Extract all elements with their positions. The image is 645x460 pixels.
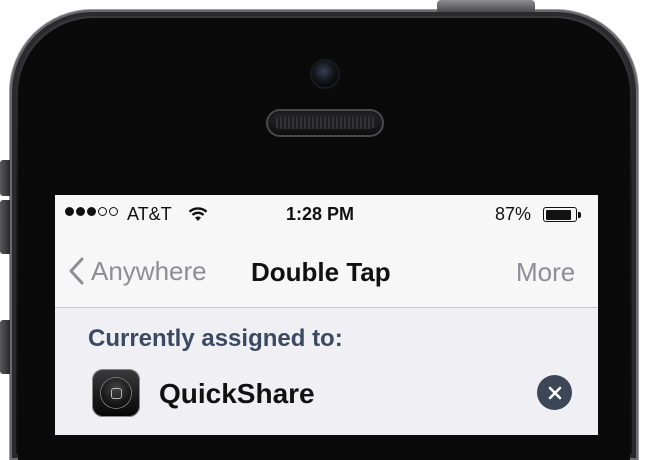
earpiece-speaker xyxy=(266,109,384,137)
more-button[interactable]: More xyxy=(516,257,575,288)
navigation-bar: Anywhere Double Tap More xyxy=(55,235,598,308)
battery-terminal xyxy=(578,212,581,218)
battery-percentage: 87% xyxy=(495,204,532,224)
back-button[interactable]: Anywhere xyxy=(67,253,207,289)
battery-icon xyxy=(543,207,577,222)
assigned-app-name: QuickShare xyxy=(159,378,315,409)
settings-content: Currently assigned to: QuickShare xyxy=(55,308,598,435)
page-title: Double Tap xyxy=(251,257,391,287)
clear-x-icon[interactable] xyxy=(537,375,572,410)
section-header: Currently assigned to: xyxy=(88,325,343,352)
front-camera xyxy=(312,61,338,87)
status-bar: AT&T 1:28 PM 87% xyxy=(55,195,598,235)
wifi-icon xyxy=(187,205,209,228)
mute-switch xyxy=(0,160,10,196)
carrier-name: AT&T xyxy=(127,204,172,224)
sleep-wake-button xyxy=(437,0,535,12)
back-button-label: Anywhere xyxy=(91,255,207,286)
volume-down-button xyxy=(0,320,10,374)
status-time: 1:28 PM xyxy=(286,204,355,224)
signal-strength-icon xyxy=(65,207,118,216)
assigned-app-row[interactable]: QuickShare xyxy=(55,364,598,424)
phone-screen: AT&T 1:28 PM 87% Anywhere Double Tap Mor… xyxy=(55,195,598,435)
chevron-left-icon xyxy=(69,257,84,285)
volume-up-button xyxy=(0,200,10,254)
home-button-icon xyxy=(92,369,140,417)
